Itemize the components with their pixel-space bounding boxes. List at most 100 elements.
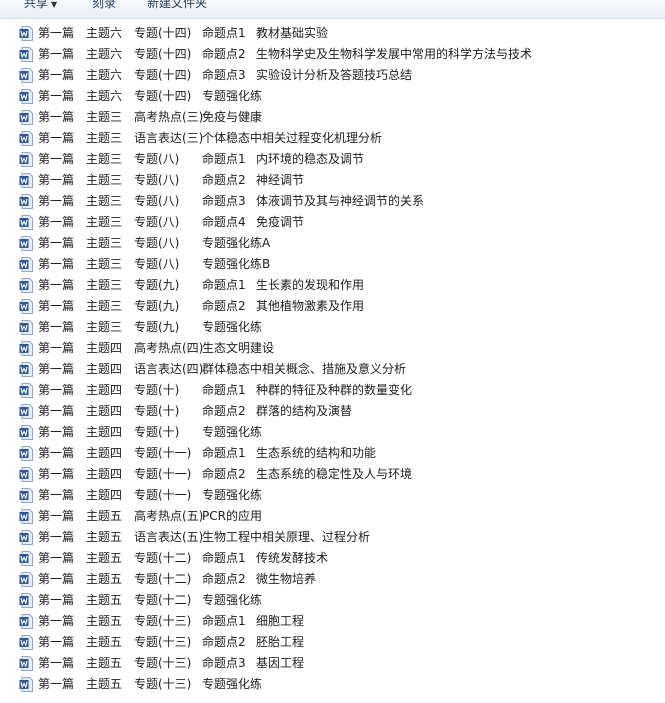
file-name-part-3: 语言表达(四)	[134, 362, 204, 376]
file-name-part-2: 主题三	[86, 278, 123, 292]
file-name-part-1: 第一篇	[38, 194, 75, 208]
file-name-part-1: 第一篇	[38, 425, 75, 439]
file-row[interactable]: 第一篇 主题五 专题(十二) 命题点2 微生物培养	[14, 569, 654, 590]
file-name-part-2: 主题三	[86, 299, 123, 313]
file-name-part-2: 主题三	[86, 215, 123, 229]
file-name-part-3: 专题(八)	[134, 236, 180, 250]
file-name-part-3: 专题(十四)	[134, 89, 192, 103]
file-name-part-5: 种群的特征及种群的数量变化	[256, 383, 413, 397]
file-row[interactable]: 第一篇 主题六 专题(十四) 命题点1 教材基础实验	[14, 23, 654, 44]
file-name-part-3: 专题(十三)	[134, 614, 192, 628]
file-row[interactable]: 第一篇 主题五 高考热点(五) PCR的应用	[14, 506, 654, 527]
file-row[interactable]: 第一篇 主题四 专题(十一) 命题点1 生态系统的结构和功能	[14, 443, 654, 464]
file-name-part-2: 主题六	[86, 89, 123, 103]
file-name-part-3: 专题(十一)	[134, 488, 192, 502]
file-name-part-3: 专题(十二)	[134, 551, 192, 565]
word-doc-icon	[19, 236, 33, 251]
file-row[interactable]: 第一篇 主题三 高考热点(三) 免疫与健康	[14, 107, 654, 128]
word-doc-icon	[19, 635, 33, 650]
word-doc-icon	[19, 110, 33, 125]
file-name-part-5: 生态系统的稳定性及人与环境	[256, 467, 413, 481]
file-name-part-1: 第一篇	[38, 614, 75, 628]
file-name-part-1: 第一篇	[38, 488, 75, 502]
file-row[interactable]: 第一篇 主题四 专题(十一) 命题点2 生态系统的稳定性及人与环境	[14, 464, 654, 485]
file-row[interactable]: 第一篇 主题六 专题(十四) 专题强化练	[14, 86, 654, 107]
file-name-part-2: 主题三	[86, 194, 123, 208]
file-name-part-1: 第一篇	[38, 68, 75, 82]
file-name-part-1: 第一篇	[38, 635, 75, 649]
file-name-part-5: 教材基础实验	[256, 26, 329, 40]
file-name-part-1: 第一篇	[38, 383, 75, 397]
file-name-part-1: 第一篇	[38, 257, 75, 271]
burn-button[interactable]: 刻录	[92, 0, 116, 14]
word-doc-icon	[19, 320, 33, 335]
word-doc-icon	[19, 614, 33, 629]
file-name-part-3: 专题(八)	[134, 194, 180, 208]
file-name-part-4: 专题强化练B	[202, 257, 271, 271]
file-row[interactable]: 第一篇 主题六 专题(十四) 命题点2 生物科学史及生物科学发展中常用的科学方法与技术	[14, 44, 654, 65]
file-name-part-2: 主题五	[86, 551, 123, 565]
file-row[interactable]: 第一篇 主题五 专题(十三) 命题点3 基因工程	[14, 653, 654, 674]
file-name-part-3: 专题(十)	[134, 404, 180, 418]
word-doc-icon	[19, 488, 33, 503]
file-name-part-2: 主题三	[86, 320, 123, 334]
file-name-part-4: 命题点1	[202, 278, 246, 292]
file-row[interactable]: 第一篇 主题三 专题(八) 命题点1 内环境的稳态及调节	[14, 149, 654, 170]
word-doc-icon	[19, 446, 33, 461]
file-row[interactable]: 第一篇 主题三 专题(八) 专题强化练B	[14, 254, 654, 275]
file-row[interactable]: 第一篇 主题四 专题(十一) 专题强化练	[14, 485, 654, 506]
file-row[interactable]: 第一篇 主题三 专题(九) 专题强化练	[14, 317, 654, 338]
file-name-part-3: 专题(八)	[134, 173, 180, 187]
file-name-part-4: 命题点2	[202, 47, 246, 61]
file-name-part-4: 专题强化练	[202, 89, 263, 103]
file-name-part-2: 主题五	[86, 572, 123, 586]
file-row[interactable]: 第一篇 主题五 语言表达(五) 生物工程中相关原理、过程分析	[14, 527, 654, 548]
word-doc-icon	[19, 509, 33, 524]
word-doc-icon	[19, 572, 33, 587]
file-row[interactable]: 第一篇 主题四 专题(十) 命题点1 种群的特征及种群的数量变化	[14, 380, 654, 401]
file-name-part-2: 主题三	[86, 110, 123, 124]
file-name-part-4: 专题强化练	[202, 677, 263, 691]
word-doc-icon	[19, 530, 33, 545]
file-name-part-4: 专题强化练A	[202, 236, 271, 250]
file-name-part-1: 第一篇	[38, 404, 75, 418]
file-row[interactable]: 第一篇 主题六 专题(十四) 命题点3 实验设计分析及答题技巧总结	[14, 65, 654, 86]
file-name-part-5: 传统发酵技术	[256, 551, 329, 565]
file-row[interactable]: 第一篇 主题三 专题(八) 命题点3 体液调节及其与神经调节的关系	[14, 191, 654, 212]
file-row[interactable]: 第一篇 主题五 专题(十二) 命题点1 传统发酵技术	[14, 548, 654, 569]
file-row[interactable]: 第一篇 主题四 专题(十) 命题点2 群落的结构及演替	[14, 401, 654, 422]
file-name-part-4: 专题强化练	[202, 320, 263, 334]
file-row[interactable]: 第一篇 主题四 语言表达(四) 群体稳态中相关概念、措施及意义分析	[14, 359, 654, 380]
file-row[interactable]: 第一篇 主题三 专题(九) 命题点2 其他植物激素及作用	[14, 296, 654, 317]
file-name-part-3: 高考热点(三)	[134, 110, 204, 124]
file-row[interactable]: 第一篇 主题三 专题(八) 命题点2 神经调节	[14, 170, 654, 191]
file-name-part-2: 主题四	[86, 404, 123, 418]
file-name-part-1: 第一篇	[38, 152, 75, 166]
file-name-part-4: PCR的应用	[202, 509, 262, 523]
file-name-part-2: 主题五	[86, 656, 123, 670]
file-row[interactable]: 第一篇 主题五 专题(十二) 专题强化练	[14, 590, 654, 611]
file-name-part-1: 第一篇	[38, 278, 75, 292]
file-row[interactable]: 第一篇 主题三 专题(八) 专题强化练A	[14, 233, 654, 254]
share-button[interactable]: 共享 ▼	[24, 0, 57, 14]
file-name-part-4: 专题强化练	[202, 425, 263, 439]
file-row[interactable]: 第一篇 主题三 专题(九) 命题点1 生长素的发现和作用	[14, 275, 654, 296]
file-row[interactable]: 第一篇 主题三 专题(八) 命题点4 免疫调节	[14, 212, 654, 233]
file-row[interactable]: 第一篇 主题五 专题(十三) 命题点1 细胞工程	[14, 611, 654, 632]
file-row[interactable]: 第一篇 主题四 高考热点(四) 生态文明建设	[14, 338, 654, 359]
file-name-part-5: 免疫调节	[256, 215, 305, 229]
file-name-part-3: 语言表达(五)	[134, 530, 204, 544]
file-name-part-1: 第一篇	[38, 530, 75, 544]
new-folder-button[interactable]: 新建文件夹	[147, 0, 207, 14]
file-name-part-4: 命题点2	[202, 404, 246, 418]
file-row[interactable]: 第一篇 主题四 专题(十) 专题强化练	[14, 422, 654, 443]
file-name-part-4: 命题点1	[202, 446, 246, 460]
file-row[interactable]: 第一篇 主题三 语言表达(三) 个体稳态中相关过程变化机理分析	[14, 128, 654, 149]
file-name-part-3: 专题(八)	[134, 152, 180, 166]
file-name-part-4: 命题点1	[202, 26, 246, 40]
file-name-part-1: 第一篇	[38, 236, 75, 250]
file-row[interactable]: 第一篇 主题五 专题(十三) 专题强化练	[14, 674, 654, 695]
file-name-part-1: 第一篇	[38, 509, 75, 523]
file-row[interactable]: 第一篇 主题五 专题(十三) 命题点2 胚胎工程	[14, 632, 654, 653]
file-name-part-1: 第一篇	[38, 467, 75, 481]
